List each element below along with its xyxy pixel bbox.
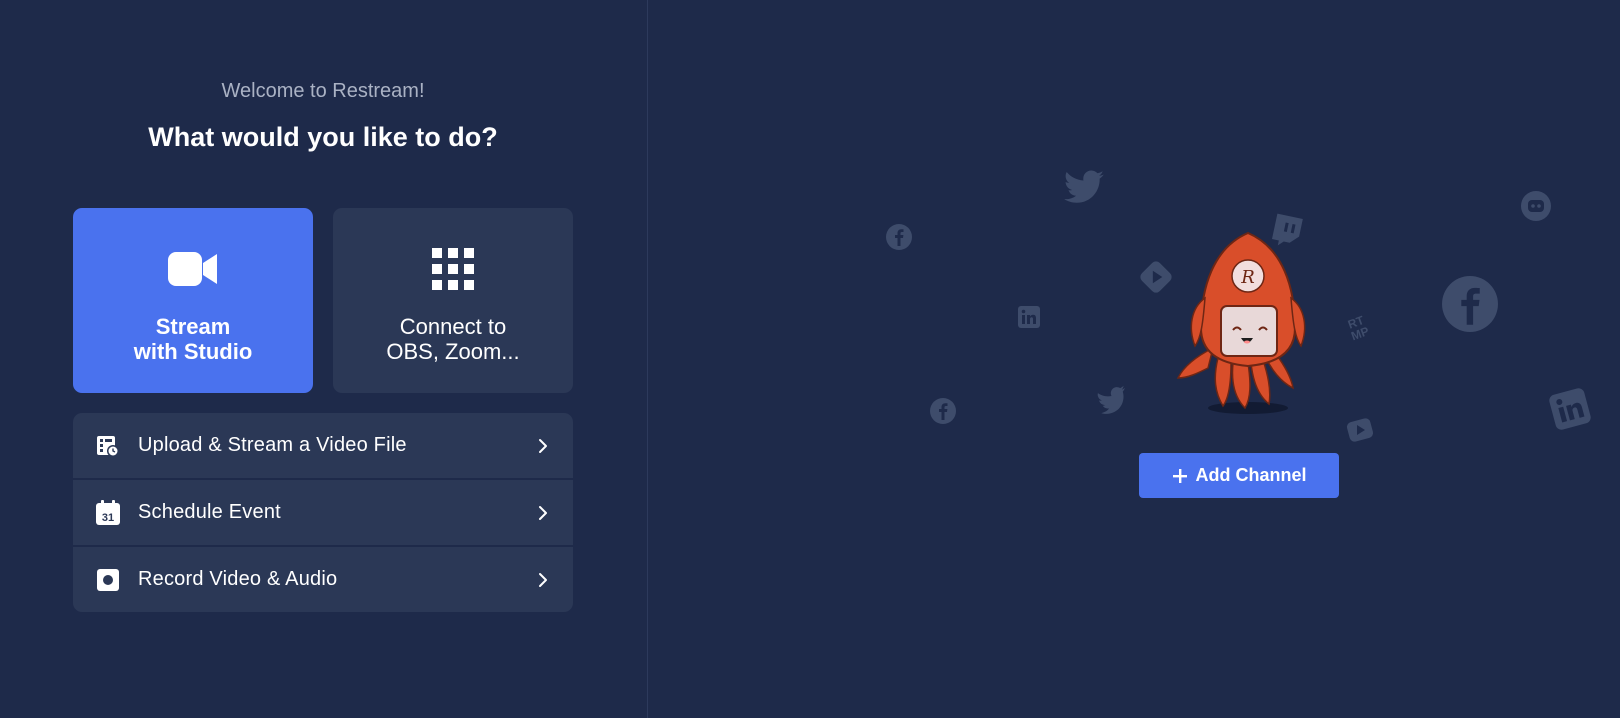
record-video-audio-item[interactable]: Record Video & Audio [73,547,573,612]
upload-stream-video-label: Upload & Stream a Video File [138,434,407,456]
chevron-right-icon [539,439,547,453]
left-panel: Welcome to Restream! What would you like… [0,0,647,718]
stream-with-studio-line1: Stream [155,314,231,339]
stream-with-studio-button[interactable]: Stream with Studio [73,208,313,393]
connect-to-obs-label: Connect to OBS, Zoom... [333,314,573,364]
plus-icon [1172,468,1187,483]
action-list: Upload & Stream a Video File 31 Schedule… [73,413,573,612]
record-icon [95,567,121,593]
welcome-text: Welcome to Restream! [221,80,425,102]
connect-line2: OBS, Zoom... [386,339,520,364]
record-video-audio-label: Record Video & Audio [138,568,338,590]
schedule-event-label: Schedule Event [138,501,281,523]
chevron-right-icon [539,573,547,587]
page-title: What would you like to do? [148,122,498,152]
calendar-day: 31 [102,512,114,524]
grid-icon [333,246,573,292]
twitter-small-icon [1097,385,1125,414]
linkedin-large-icon [1549,388,1591,430]
linkedin-small-icon [1018,306,1040,328]
mascot-logo-letter: R [1240,267,1255,288]
facebook-small-icon-2 [930,398,956,424]
add-channel-button[interactable]: Add Channel [1139,453,1339,498]
youtube-icon [1140,261,1172,293]
stream-with-studio-label: Stream with Studio [73,314,313,364]
facebook-large-icon [1442,276,1498,332]
connect-to-obs-button[interactable]: Connect to OBS, Zoom... [333,208,573,393]
add-channel-label: Add Channel [1195,465,1307,485]
facebook-small-icon [886,224,912,250]
upload-stream-video-item[interactable]: Upload & Stream a Video File [73,413,573,478]
discord-icon [1521,191,1551,221]
youtube-small-icon [1346,418,1374,442]
calendar-icon: 31 [95,500,121,526]
video-file-upload-icon [95,433,121,459]
connect-line1: Connect to [399,314,507,339]
stream-with-studio-line2: with Studio [133,339,253,364]
squid-mascot-illustration: R [1176,231,1306,414]
rtmp-icon: RT MP [1346,313,1371,343]
right-panel [648,0,1620,718]
video-camera-icon [73,246,313,292]
twitter-icon [1064,170,1104,203]
chevron-right-icon [539,506,547,520]
schedule-event-item[interactable]: 31 Schedule Event [73,480,573,545]
